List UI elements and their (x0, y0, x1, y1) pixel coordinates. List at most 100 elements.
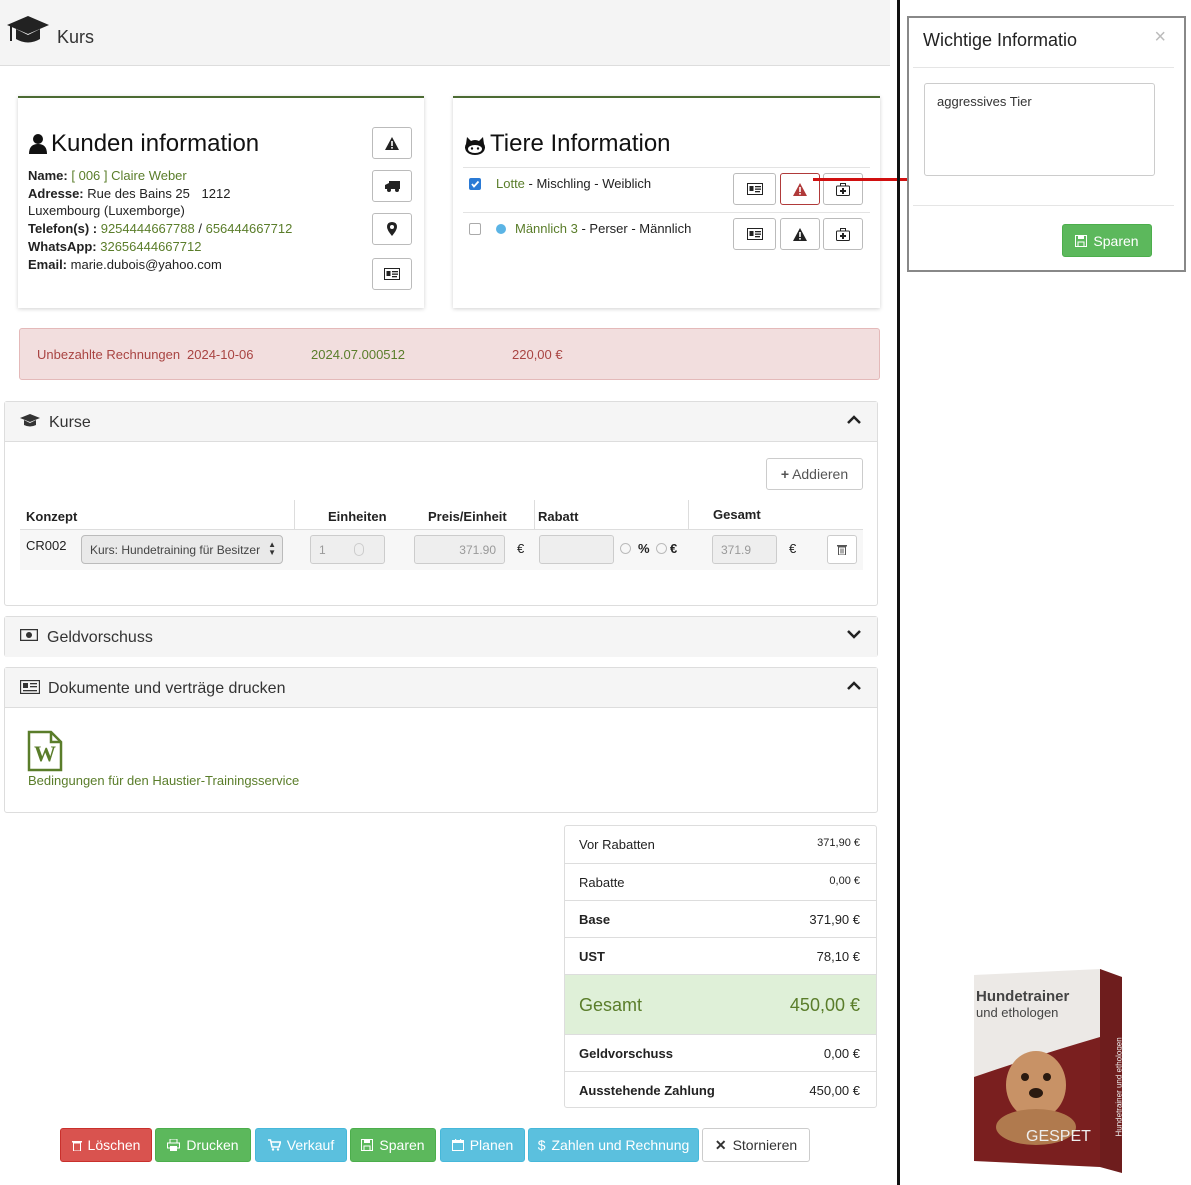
trash-icon (837, 545, 847, 555)
animal-checkbox[interactable] (469, 223, 481, 235)
discount-input[interactable] (539, 535, 614, 564)
word-document-icon[interactable]: W (27, 730, 63, 772)
animal-checkbox[interactable] (469, 178, 481, 190)
courses-panel-title: Kurse (49, 414, 91, 431)
summary-row: Rabatte 0,00 € (565, 863, 876, 900)
column-header-total: Gesamt (713, 507, 761, 522)
customer-address-line2: Luxembourg (Luxemborge) (28, 203, 185, 218)
status-dot (496, 224, 506, 234)
id-card-icon (746, 183, 763, 195)
unit-price-input[interactable]: 371.90 (414, 535, 505, 564)
customer-map-button[interactable] (372, 213, 412, 245)
advance-panel-title: Geldvorschuss (47, 629, 153, 646)
customer-name-link[interactable]: [ 006 ] Claire Weber (71, 168, 186, 183)
modal-divider (913, 67, 1174, 68)
graduation-cap-icon (20, 414, 40, 427)
alert-invoice-link[interactable]: 2024.07.000512 (311, 347, 405, 362)
medkit-icon (836, 227, 850, 241)
course-select[interactable]: Kurs: Hundetraining für Besitzer ▲ ▼ (81, 535, 283, 564)
animal-warning-button[interactable] (780, 218, 820, 250)
table-row: CR002 Kurs: Hundetraining für Besitzer ▲… (20, 530, 863, 570)
chevron-up-icon (847, 681, 861, 690)
customer-card-title: Kunden information (51, 130, 260, 157)
spinner-icon (354, 543, 364, 556)
delete-button[interactable]: Löschen (60, 1128, 152, 1162)
documents-panel-header[interactable]: Dokumente und verträge drucken (5, 668, 877, 708)
save-button[interactable]: Sparen (350, 1128, 436, 1162)
column-header-discount: Rabatt (538, 509, 579, 524)
pay-and-invoice-button[interactable]: $ Zahlen und Rechnung (528, 1128, 699, 1162)
animal-name-link[interactable]: Männlich 3 (515, 221, 578, 236)
animal-card-button[interactable] (733, 173, 776, 205)
print-button[interactable]: Drucken (155, 1128, 251, 1162)
summary-total-row: Gesamt 450,00 € (565, 974, 876, 1034)
alert-label: Unbezahlte Rechnungen (37, 347, 181, 362)
animal-name-link[interactable]: Lotte (496, 176, 525, 191)
dollar-icon: $ (537, 1137, 546, 1153)
sell-button[interactable]: Verkauf (255, 1128, 347, 1162)
euro-label: € (670, 541, 678, 556)
warning-icon (385, 136, 399, 150)
modal-divider (913, 205, 1174, 206)
phone1-link[interactable]: 9254444667788 (101, 221, 195, 236)
animals-card: Tiere Information Lotte - Mischling - We… (453, 96, 880, 308)
document-link[interactable]: Bedingungen für den Haustier-Trainingsse… (28, 773, 299, 788)
shopping-cart-icon (267, 1139, 281, 1151)
totals-summary: Vor Rabatten 371,90 € Rabatte 0,00 € Bas… (564, 825, 877, 1108)
customer-phone-line: Telefon(s) : 9254444667788 / 65644466771… (28, 221, 293, 236)
total-input: 371.9 (712, 535, 777, 564)
chevron-up-icon (847, 415, 861, 424)
alert-amount: 220,00 € (512, 347, 563, 362)
customer-email-line: Email: marie.dubois@yahoo.com (28, 257, 222, 272)
delete-row-button[interactable] (827, 535, 857, 564)
advance-panel-header[interactable]: Geldvorschuss (5, 617, 877, 657)
customer-truck-button[interactable] (372, 170, 412, 202)
customer-warning-button[interactable] (372, 127, 412, 159)
customer-idcard-button[interactable] (372, 258, 412, 290)
courses-panel: Kurse + Addieren Konzept Einheiten Preis/… (4, 401, 878, 606)
save-icon (1075, 234, 1088, 247)
medkit-icon (836, 182, 850, 196)
courses-panel-header[interactable]: Kurse (5, 402, 877, 442)
course-code: CR002 (26, 538, 67, 553)
add-button[interactable]: + Addieren (766, 458, 863, 490)
summary-row: Vor Rabatten 371,90 € (579, 837, 860, 852)
modal-save-button[interactable]: Sparen (1062, 224, 1152, 257)
phone2-link[interactable]: 656444667712 (206, 221, 293, 236)
percent-label: % (638, 541, 650, 556)
warning-icon (793, 227, 807, 241)
summary-row: Geldvorschuss 0,00 € (565, 1034, 876, 1071)
graduation-cap-icon (7, 16, 49, 43)
customer-whatsapp-line: WhatsApp: 32656444667712 (28, 239, 202, 254)
units-input[interactable]: 1 (310, 535, 385, 564)
animal-card-button[interactable] (733, 218, 776, 250)
column-header-unit-price: Preis/Einheit (428, 509, 507, 524)
modal-title: Wichtige Informatio (923, 30, 1078, 50)
whatsapp-link[interactable]: 32656444667712 (100, 239, 201, 254)
column-header-concept: Konzept (26, 509, 78, 524)
select-arrows-icon: ▲ ▼ (268, 540, 276, 557)
discount-euro-radio[interactable] (656, 543, 667, 554)
github-cat-icon (465, 137, 485, 155)
chevron-down-icon (847, 630, 861, 639)
important-info-textarea[interactable]: aggressives Tier (924, 83, 1155, 176)
save-icon (361, 1139, 374, 1151)
summary-row: Base 371,90 € (565, 900, 876, 937)
summary-row: UST 78,10 € (565, 937, 876, 974)
vertical-divider (897, 0, 900, 1185)
animals-card-title: Tiere Information (490, 130, 671, 157)
column-header-units: Einheiten (328, 509, 387, 524)
summary-row: Ausstehende Zahlung 450,00 € (565, 1071, 876, 1108)
cancel-button[interactable]: ✕ Stornieren (702, 1128, 810, 1162)
truck-icon (384, 180, 400, 192)
unpaid-invoices-alert: Unbezahlte Rechnungen 2024-10-06 2024.07… (19, 328, 880, 380)
close-icon[interactable]: × (1154, 26, 1166, 49)
animal-medical-button[interactable] (823, 218, 863, 250)
newspaper-icon (20, 680, 40, 694)
plan-button[interactable]: Planen (440, 1128, 525, 1162)
animal-row: Männlich 3 - Perser - Männlich (463, 212, 870, 257)
course-table: Konzept Einheiten Preis/Einheit Rabatt G… (20, 500, 863, 570)
id-card-icon (384, 268, 400, 280)
discount-percent-radio[interactable] (620, 543, 631, 554)
important-info-modal: Wichtige Informatio × aggressives Tier S… (907, 16, 1186, 272)
